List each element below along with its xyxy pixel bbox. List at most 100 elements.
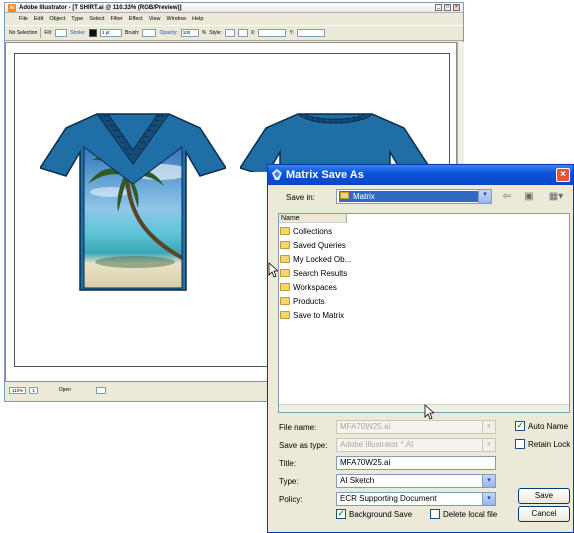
policy-label: Policy: (279, 495, 303, 504)
minimize-button[interactable]: _ (435, 4, 442, 11)
type-label: Type: (279, 477, 299, 486)
menu-help[interactable]: Help (192, 16, 203, 22)
save-as-type-dropdown[interactable]: Adobe Illustrator *.AI ▾ (336, 438, 496, 452)
list-item[interactable]: Save to Matrix (280, 309, 344, 321)
style-label: Style: (209, 30, 222, 36)
folder-icon (280, 269, 290, 277)
file-list[interactable]: Name Collections Saved Queries My Locked… (278, 213, 570, 413)
close-icon[interactable]: × (556, 168, 570, 182)
policy-value: ECR Supporting Document (340, 494, 437, 503)
file-name-label: File name: (279, 423, 317, 432)
chevron-down-icon[interactable]: ▾ (482, 475, 495, 487)
mouse-cursor-icon (268, 262, 278, 278)
chevron-down-icon[interactable]: ▾ (482, 421, 495, 433)
type-dropdown[interactable]: AI Sketch ▾ (336, 474, 496, 488)
page-field[interactable]: 1 (29, 386, 38, 394)
menu-select[interactable]: Select (89, 16, 104, 22)
menu-edit[interactable]: Edit (34, 16, 43, 22)
opacity-unit: % (201, 30, 207, 36)
chevron-down-icon[interactable]: ▾ (482, 439, 495, 451)
list-item[interactable]: Saved Queries (280, 239, 346, 251)
document-status: Open (58, 387, 71, 393)
retain-lock-checkbox[interactable] (515, 439, 525, 449)
stroke-weight-field[interactable]: 1 pt (99, 29, 122, 37)
selection-status: No Selection (9, 30, 38, 36)
cancel-button[interactable]: Cancel (518, 506, 570, 522)
folder-icon (280, 283, 290, 291)
folder-icon (280, 241, 290, 249)
folder-icon (280, 311, 290, 319)
list-item-label: Saved Queries (293, 240, 346, 250)
type-value: AI Sketch (340, 476, 375, 485)
chevron-down-icon[interactable]: ▾ (482, 493, 495, 505)
fill-swatch[interactable] (55, 29, 68, 37)
close-button[interactable]: × (453, 4, 460, 11)
list-item[interactable]: My Locked Ob... (280, 253, 351, 265)
list-item-label: Products (293, 296, 325, 306)
y-label: Y: (289, 30, 294, 36)
dialog-title-bar[interactable]: Matrix Save As × (268, 165, 573, 185)
status-bar: 110% 1 Open (5, 385, 145, 395)
folder-icon (280, 255, 290, 263)
fill-label: Fill: (44, 30, 53, 36)
y-field[interactable] (296, 29, 325, 37)
list-item-label: Save to Matrix (293, 310, 345, 320)
opacity-field[interactable]: 100 (180, 29, 199, 37)
list-item[interactable]: Search Results (280, 267, 347, 279)
save-button[interactable]: Save (518, 488, 570, 504)
tshirt-front-icon (40, 113, 226, 291)
list-item[interactable]: Workspaces (280, 281, 337, 293)
save-in-dropdown[interactable]: Matrix ▾ (336, 189, 492, 204)
zoom-field[interactable]: 110% (9, 386, 27, 394)
control-bar: No Selection Fill: Stroke: 1 pt Brush: O… (5, 25, 463, 41)
window-title: Adobe Illustrator - [T SHIRT.ai @ 110.33… (19, 5, 182, 11)
view-menu-icon[interactable]: ▦▾ (546, 189, 566, 204)
maximize-button[interactable]: □ (444, 4, 451, 11)
illustrator-logo-icon: Ai (8, 4, 16, 12)
stroke-swatch[interactable] (88, 29, 97, 37)
list-item[interactable]: Collections (280, 225, 332, 237)
x-label: X: (250, 30, 256, 36)
retain-lock-label: Retain Lock (528, 440, 571, 449)
delete-local-file-label: Delete local file (443, 510, 498, 519)
menu-filter[interactable]: Filter (111, 16, 123, 22)
save-as-type-label: Save as type: (279, 441, 328, 450)
opacity-label[interactable]: Opacity: (159, 30, 177, 36)
list-item[interactable]: Products (280, 295, 325, 307)
menu-type[interactable]: Type (71, 16, 83, 22)
file-name-field[interactable]: MFA70W25.ai ▾ (336, 420, 496, 434)
list-item-label: My Locked Ob... (293, 254, 352, 264)
back-arrow-icon[interactable]: ⇦ (500, 189, 514, 204)
menu-view[interactable]: View (149, 16, 161, 22)
brush-dropdown[interactable] (142, 29, 157, 37)
chevron-down-icon[interactable]: ▾ (478, 190, 491, 203)
policy-dropdown[interactable]: ECR Supporting Document ▾ (336, 492, 496, 506)
divider (40, 28, 42, 38)
menu-object[interactable]: Object (49, 16, 65, 22)
menu-effect[interactable]: Effect (129, 16, 143, 22)
folder-icon (280, 227, 290, 235)
list-item-label: Collections (293, 226, 333, 236)
tshirt-back-icon (240, 113, 430, 172)
auto-name-label: Auto Name (528, 422, 569, 431)
save-as-type-value: Adobe Illustrator *.AI (340, 440, 414, 449)
folder-icon (280, 297, 290, 305)
style-dropdown[interactable] (224, 29, 235, 37)
background-save-checkbox[interactable]: ✓ (336, 509, 346, 519)
list-item-label: Search Results (293, 268, 348, 278)
stroke-label[interactable]: Stroke: (70, 30, 86, 36)
menu-window[interactable]: Window (167, 16, 187, 22)
title-field[interactable]: MFA70W25.ai (336, 456, 496, 470)
auto-name-checkbox[interactable]: ✓ (515, 421, 525, 431)
matrix-save-as-dialog: Matrix Save As × Save in: Matrix ▾ ⇦ ▣ ▦… (267, 164, 574, 533)
delete-local-file-checkbox[interactable] (430, 509, 440, 519)
list-item-label: Workspaces (293, 282, 337, 292)
transform-icon[interactable] (237, 29, 248, 37)
new-folder-icon[interactable]: ▣ (522, 189, 536, 204)
status-menu-arrow-icon[interactable] (95, 386, 106, 394)
x-field[interactable] (258, 29, 287, 37)
dialog-title: Matrix Save As (286, 169, 364, 181)
menu-bar: File Edit Object Type Select Filter Effe… (5, 14, 463, 24)
column-header-name[interactable]: Name (279, 214, 347, 223)
menu-file[interactable]: File (19, 16, 28, 22)
